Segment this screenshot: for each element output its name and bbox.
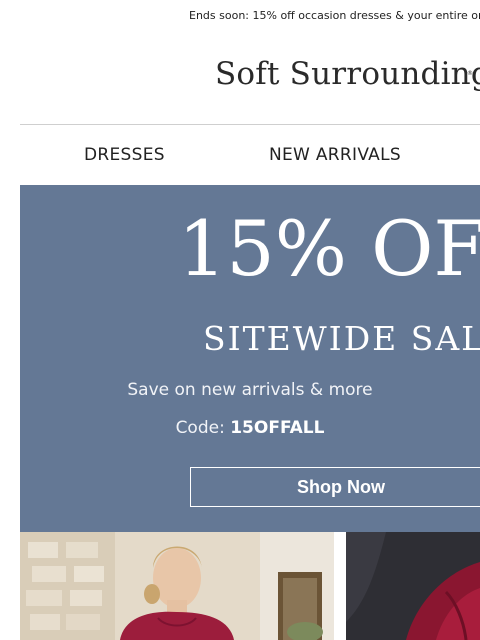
header-divider	[20, 124, 480, 125]
red-garment-photo[interactable]	[346, 532, 480, 640]
nav-item-dresses[interactable]: DRESSES	[84, 145, 165, 165]
promo-code-label: Code:	[175, 418, 231, 438]
sale-hero-banner[interactable]: 15% OFF SITEWIDE SALE Save on new arriva…	[20, 185, 480, 532]
product-photo-row	[20, 532, 480, 640]
promo-banner[interactable]: Ends soon: 15% off occasion dresses & yo…	[189, 9, 480, 22]
nav-item-new-arrivals[interactable]: NEW ARRIVALS	[269, 145, 401, 165]
brand-logo[interactable]: Soft Surroundings	[215, 56, 480, 92]
registered-mark: ®	[467, 70, 473, 77]
shop-now-button[interactable]: Shop Now	[190, 467, 480, 507]
hero-tagline: Save on new arrivals & more	[127, 380, 373, 400]
email-page: Ends soon: 15% off occasion dresses & yo…	[0, 0, 480, 640]
promo-code-line: Code: 15OFFALL	[20, 418, 480, 438]
promo-code-value: 15OFFALL	[230, 418, 325, 438]
model-in-red-dress-photo[interactable]	[20, 532, 334, 640]
hero-headline: 15% OFF	[178, 204, 480, 293]
hero-subheadline: SITEWIDE SALE	[203, 319, 480, 358]
shop-now-label: Shop Now	[297, 477, 385, 497]
